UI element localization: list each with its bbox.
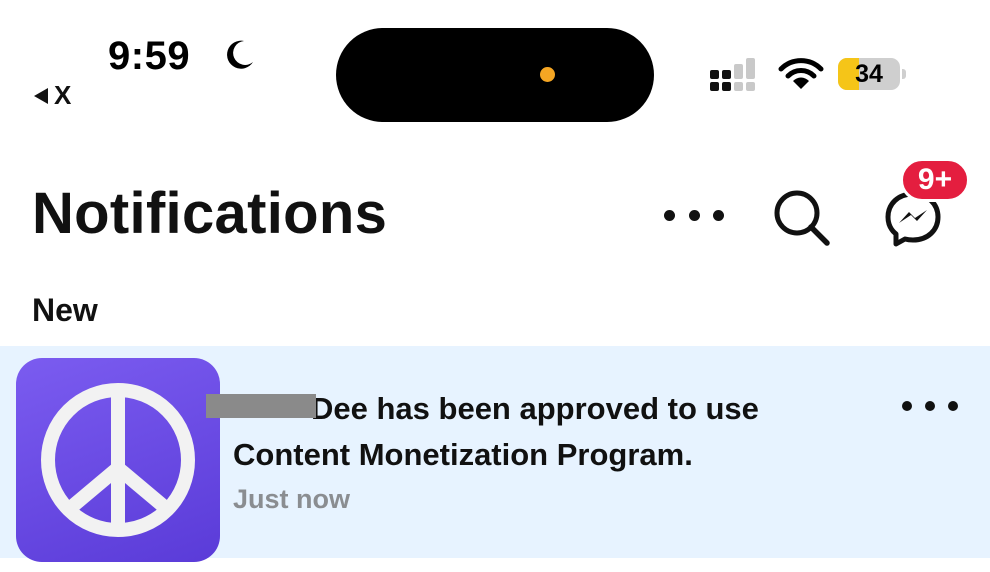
notification-text: Dee has been approved to use Content Mon… (233, 386, 873, 478)
back-to-app-label: X (54, 80, 72, 110)
peace-sign-icon (41, 383, 195, 537)
notification-timestamp: Just now (233, 484, 351, 514)
privacy-indicator-dot (540, 67, 555, 82)
redacted-name (206, 394, 316, 418)
messenger-unread-badge: 9+ (900, 158, 970, 202)
status-time: 9:59 (108, 34, 191, 78)
more-dot-icon (713, 209, 724, 221)
notification-more-button[interactable] (902, 396, 958, 416)
section-heading-new: New (32, 292, 98, 328)
moon-icon (227, 40, 253, 69)
more-dot-icon (664, 209, 675, 221)
back-to-app-link[interactable]: X (34, 80, 71, 111)
notification-line-2: Content Monetization Program. (233, 437, 693, 472)
cellular-signal-icon (710, 58, 755, 91)
battery-nub (902, 69, 906, 79)
more-dot-icon (902, 401, 912, 411)
dynamic-island (336, 28, 654, 122)
more-dot-icon (688, 209, 700, 221)
more-dot-icon (925, 401, 935, 411)
battery-indicator: 34 (838, 58, 906, 90)
notification-line-1: Dee has been approved to use (311, 391, 759, 426)
notification-item[interactable]: Dee has been approved to use Content Mon… (0, 346, 990, 562)
back-arrow-icon (34, 87, 48, 104)
more-options-button[interactable] (664, 200, 724, 230)
page-title: Notifications (32, 181, 388, 246)
more-dot-icon (948, 401, 958, 411)
wifi-icon (778, 58, 824, 89)
search-icon[interactable] (770, 186, 832, 248)
battery-percent: 34 (855, 60, 883, 88)
notification-avatar (16, 358, 220, 562)
